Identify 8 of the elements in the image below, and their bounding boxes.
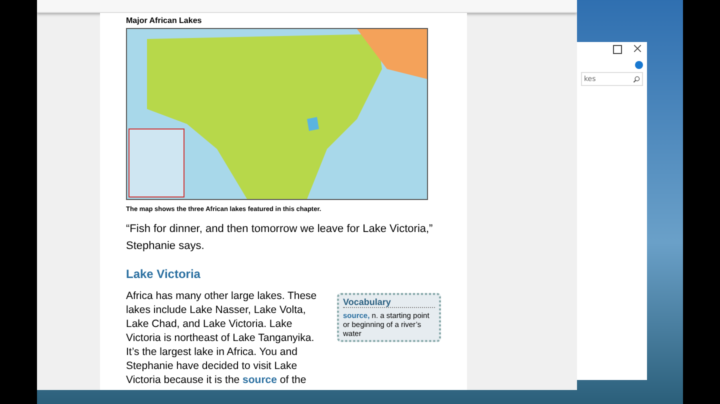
quote-text: “Fish for dinner, and then tomorrow we leave for Lake Victoria,” Stephanie says.: [126, 222, 434, 254]
search-icon[interactable]: [633, 76, 640, 82]
section-heading: Lake Victoria: [126, 267, 202, 281]
body-paragraph: Africa has many other large lakes. These lakes include Lake Nasser, Lake Volta, Lake Chad, and Lake Victoria. Lake Victoria is northeast of Lake Tanganyika. It’s the largest lake in Africa. You and Stephanie have decided to visit Lake Victoria because it is the source of the: [126, 289, 318, 387]
vocabulary-title: Vocabulary: [343, 297, 435, 308]
figure-title: Major African Lakes: [126, 16, 203, 25]
close-icon[interactable]: [634, 45, 641, 52]
maximize-icon[interactable]: [613, 45, 622, 54]
